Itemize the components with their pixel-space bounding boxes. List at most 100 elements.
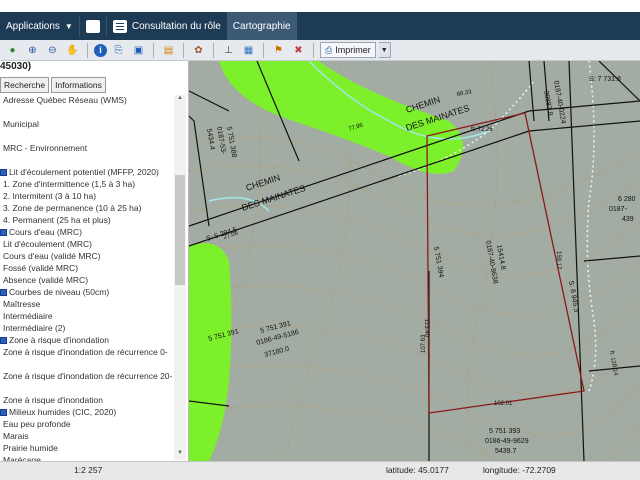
map-scale: 1:2 257 (74, 465, 103, 475)
applications-menu[interactable]: Applications ▼ (0, 12, 79, 40)
layer-item[interactable]: Marais (0, 430, 178, 442)
layer-label: Zone à risque d'inondation (9, 335, 109, 345)
sidebar-tabs: Recherche Informations (0, 77, 106, 93)
layer-item[interactable]: Marécage (0, 454, 178, 461)
area-label: S: 7 731.8 (589, 76, 621, 83)
layer-label: Courbes de niveau (50cm) (9, 287, 110, 297)
pan-hand-icon[interactable]: ✋ (64, 42, 81, 59)
layer-item[interactable]: 1. Zone d'intermittence (1,5 à 3 ha) (0, 178, 178, 190)
layer-item[interactable]: Absence (validé MRC) (0, 274, 178, 286)
layer-item[interactable]: Intermédiaire (0, 310, 178, 322)
layer-item[interactable]: Prairie humide (0, 442, 178, 454)
print-button[interactable]: ⎙ Imprimer (320, 42, 376, 58)
layer-label: Zone à risque d'inondation de récurrence… (3, 371, 173, 381)
layer-checkbox[interactable] (0, 289, 7, 296)
layer-item[interactable]: 3. Zone de permanence (10 à 25 ha) (0, 202, 178, 214)
layer-checkbox[interactable] (0, 229, 7, 236)
layer-item[interactable] (0, 154, 178, 166)
layer-item[interactable]: Zone à risque d'inondation (0, 334, 178, 346)
globe-icon[interactable]: ● (4, 42, 21, 59)
lot-number-label: 5 751 394 (432, 246, 444, 278)
layer-label: Lit d'écoulement (MRC) (3, 239, 93, 249)
map-canvas[interactable]: CHEMIN DES MAINATES CHEMIN DES MAINATES … (189, 61, 640, 461)
lot-id-label: 0187-53- (215, 126, 227, 155)
consultation-tab[interactable]: Consultation du rôle (107, 12, 227, 40)
toolbar-divider (263, 42, 264, 58)
layer-item[interactable]: Courbes de niveau (50cm) (0, 286, 178, 298)
layer-item[interactable] (0, 358, 178, 370)
layer-item[interactable] (0, 130, 178, 142)
layer-item[interactable] (0, 106, 178, 118)
scroll-up-arrow[interactable]: ▲ (175, 95, 185, 105)
print-dropdown-button[interactable]: ▼ (378, 42, 391, 58)
consultation-label: Consultation du rôle (131, 20, 221, 32)
tab-recherche[interactable]: Recherche (0, 77, 50, 93)
layer-label: Fossé (validé MRC) (3, 263, 79, 273)
lot-id-label: 0187- (609, 206, 628, 213)
layer-item[interactable] (0, 382, 178, 394)
layer-label: Maîtresse (3, 299, 41, 309)
lot-id-label: 0186-49-9629 (485, 438, 529, 445)
layer-item[interactable]: Adresse Québec Réseau (WMS) (0, 94, 178, 106)
layer-item[interactable]: 4. Permanent (25 ha et plus) (0, 214, 178, 226)
layer-label: 2. Intermitent (3 à 10 ha) (3, 191, 97, 201)
layer-label: Lit d'écoulement potentiel (MFFP, 2020) (9, 167, 159, 177)
layer-label: Prairie humide (3, 443, 58, 453)
layer-item[interactable]: 2. Intermitent (3 à 10 ha) (0, 190, 178, 202)
layer-label: Zone à risque d'inondation (3, 395, 103, 405)
clear-icon[interactable]: ✖ (290, 42, 307, 59)
layer-item[interactable]: Municipal (0, 118, 178, 130)
draw-icon[interactable]: ▤ (160, 42, 177, 59)
measure-icon[interactable]: ⊥ (220, 42, 237, 59)
layer-item[interactable]: Fossé (validé MRC) (0, 262, 178, 274)
grid-icon[interactable]: ▦ (240, 42, 257, 59)
area-label: 15414.8 (495, 244, 506, 270)
area-label: 30887.8 (542, 90, 553, 116)
back-button[interactable] (80, 12, 106, 40)
zoom-out-icon[interactable]: ⊖ (44, 42, 61, 59)
identify-icon[interactable]: ⎘ (110, 42, 127, 59)
layer-item[interactable]: Maîtresse (0, 298, 178, 310)
cartographie-tab[interactable]: Cartographie (189, 12, 640, 473)
select-icon[interactable]: ▣ (130, 42, 147, 59)
info-icon[interactable]: i (94, 43, 107, 57)
layer-item[interactable]: Cours d'eau (MRC) (0, 226, 178, 238)
zoom-in-icon[interactable]: ⊕ (24, 42, 41, 59)
cartographie-label: Cartographie (232, 20, 291, 32)
scroll-down-arrow[interactable]: ▼ (175, 450, 185, 460)
main-navbar: Applications ▼ Consultation du rôle Cart… (0, 12, 640, 473)
layer-item[interactable]: Zone à risque d'inondation (0, 394, 178, 406)
layer-item[interactable]: Lit d'écoulement potentiel (MFFP, 2020) (0, 166, 178, 178)
sidebar-scrollbar[interactable]: ▲ ▼ (174, 95, 186, 460)
longitude-readout: longitude: -72.2709 (483, 465, 556, 475)
marker-icon[interactable]: ⚑ (270, 42, 287, 59)
layer-item[interactable]: Zone à risque d'inondation de récurrence… (0, 346, 178, 358)
layer-item[interactable]: Lit d'écoulement (MRC) (0, 238, 178, 250)
latitude-readout: latitude: 45.0177 (386, 465, 449, 475)
layer-item[interactable]: MRC - Environnement (0, 142, 178, 154)
tab-informations[interactable]: Informations (51, 77, 106, 93)
layer-label: MRC - Environnement (3, 143, 88, 153)
layer-item[interactable]: Cours d'eau (validé MRC) (0, 250, 178, 262)
dimension-label: 68.33 (456, 89, 472, 98)
layer-item[interactable]: Eau peu profonde (0, 418, 178, 430)
toolbar-divider (213, 42, 214, 58)
area-label: 439 (622, 216, 634, 223)
return-icon (85, 19, 100, 33)
layer-item[interactable]: Milieux humides (CIC, 2020) (0, 406, 178, 418)
layer-item[interactable]: Intermédiaire (2) (0, 322, 178, 334)
printer-icon: ⎙ (325, 44, 333, 55)
layer-item[interactable]: Zone à risque d'inondation de récurrence… (0, 370, 178, 382)
layer-label: 3. Zone de permanence (10 à 25 ha) (3, 203, 142, 213)
layers-icon[interactable]: ✿ (190, 42, 207, 59)
layer-checkbox[interactable] (0, 409, 7, 416)
layers-sidebar: 45030) Recherche Informations Adresse Qu… (0, 61, 189, 461)
map-toolbar: ● ⊕ ⊖ ✋ i ⎘ ▣ ▤ ✿ ⊥ ▦ ⚑ ✖ ⎙ Imprimer ▼ (0, 40, 640, 61)
layer-checkbox[interactable] (0, 337, 7, 344)
layer-checkbox[interactable] (0, 169, 7, 176)
layer-label: Intermédiaire (2) (3, 323, 66, 333)
sidebar-header: 45030) (0, 61, 32, 72)
scroll-thumb[interactable] (175, 175, 185, 285)
area-label: 5434.4 (205, 128, 216, 150)
applications-label: Applications (6, 20, 60, 32)
